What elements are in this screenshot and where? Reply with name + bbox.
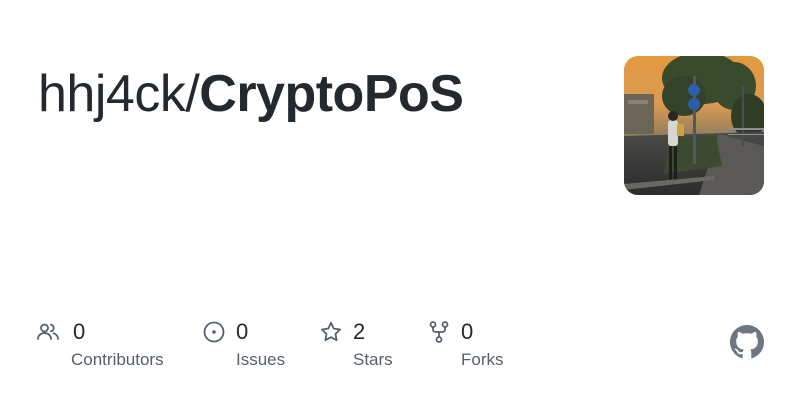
- repo-name: CryptoPoS: [199, 65, 464, 123]
- repo-separator: /: [185, 65, 200, 123]
- star-icon: [321, 321, 341, 342]
- repo-owner: hhj4ck: [38, 65, 186, 123]
- forks-count: 0: [461, 319, 474, 344]
- fork-icon: [429, 321, 449, 343]
- contributors-count: 0: [73, 319, 86, 344]
- forks-label: Forks: [461, 350, 504, 369]
- issues-label: Issues: [236, 350, 286, 369]
- contributors-label: Contributors: [71, 350, 164, 369]
- owner-avatar: [624, 56, 764, 195]
- github-logo-icon[interactable]: [730, 325, 764, 359]
- stars-label: Stars: [353, 350, 393, 369]
- repo-title: hhj4ck/CryptoPoS: [38, 62, 464, 126]
- issues-icon: [203, 321, 225, 343]
- stars-count: 2: [353, 319, 366, 344]
- issues-count: 0: [236, 319, 249, 344]
- contributors-icon: [37, 323, 59, 340]
